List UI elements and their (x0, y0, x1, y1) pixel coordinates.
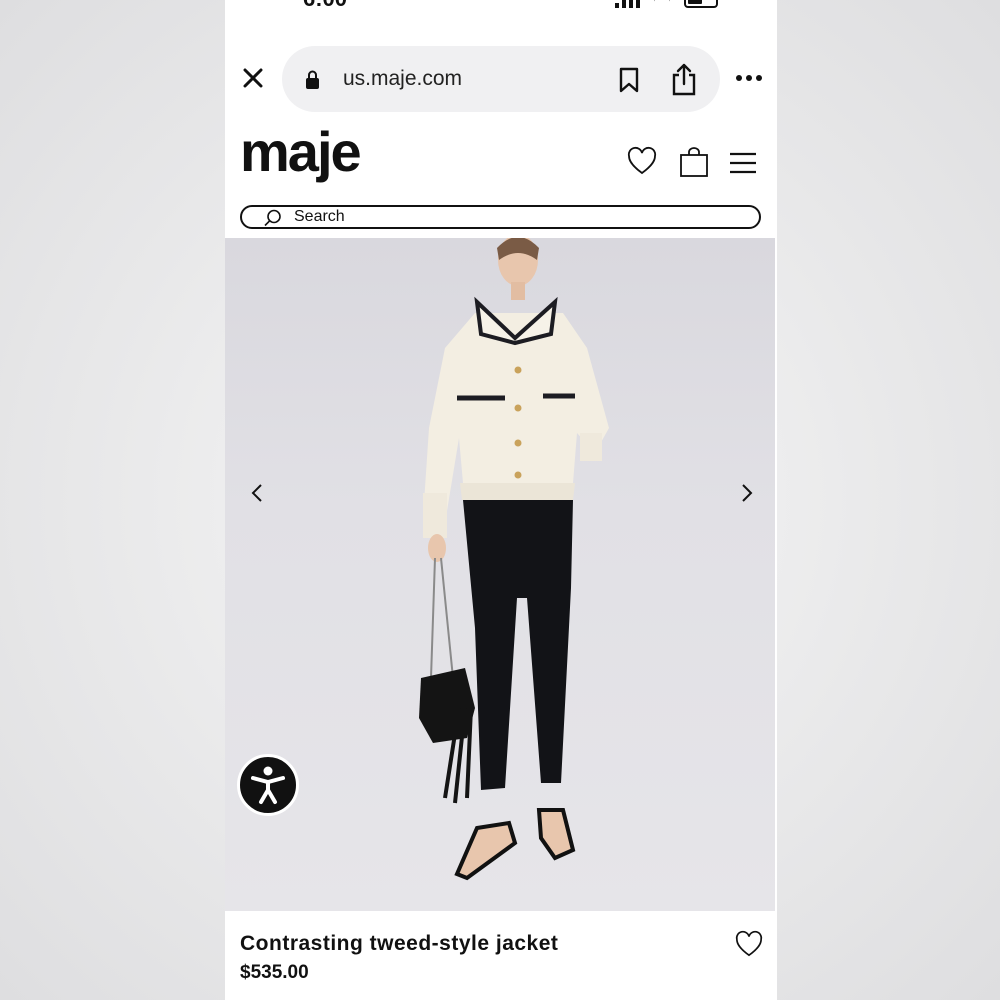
share-icon[interactable] (670, 62, 698, 96)
status-time: 6:00 (303, 0, 347, 12)
address-bar[interactable]: us.maje.com (282, 46, 720, 112)
status-icons (615, 0, 718, 8)
site-logo[interactable]: maje (240, 124, 362, 180)
chevron-left-icon[interactable] (247, 482, 269, 504)
signal-icon (615, 0, 640, 8)
battery-icon (684, 0, 718, 8)
accessibility-button[interactable] (237, 754, 299, 816)
search-input[interactable]: Search (240, 205, 761, 229)
wishlist-heart-icon[interactable] (735, 930, 763, 958)
product-title: Contrasting tweed-style jacket (240, 932, 559, 955)
wifi-icon (654, 0, 670, 8)
bag-icon[interactable] (679, 146, 709, 178)
url-text: us.maje.com (343, 67, 463, 90)
lock-icon (306, 70, 319, 89)
heart-icon[interactable] (627, 146, 657, 176)
more-icon[interactable] (735, 64, 763, 92)
accessibility-icon (251, 766, 285, 804)
product-price: $535.00 (240, 962, 309, 983)
chevron-right-icon[interactable] (735, 482, 757, 504)
search-placeholder: Search (294, 208, 345, 225)
menu-icon[interactable] (728, 150, 758, 176)
bookmark-icon[interactable] (618, 67, 640, 93)
search-icon (264, 209, 281, 227)
model-photo (419, 238, 609, 881)
close-icon[interactable] (239, 64, 267, 92)
product-image[interactable] (225, 238, 775, 911)
phone-screen: 6:00 us.maje.com maje (225, 0, 777, 1000)
